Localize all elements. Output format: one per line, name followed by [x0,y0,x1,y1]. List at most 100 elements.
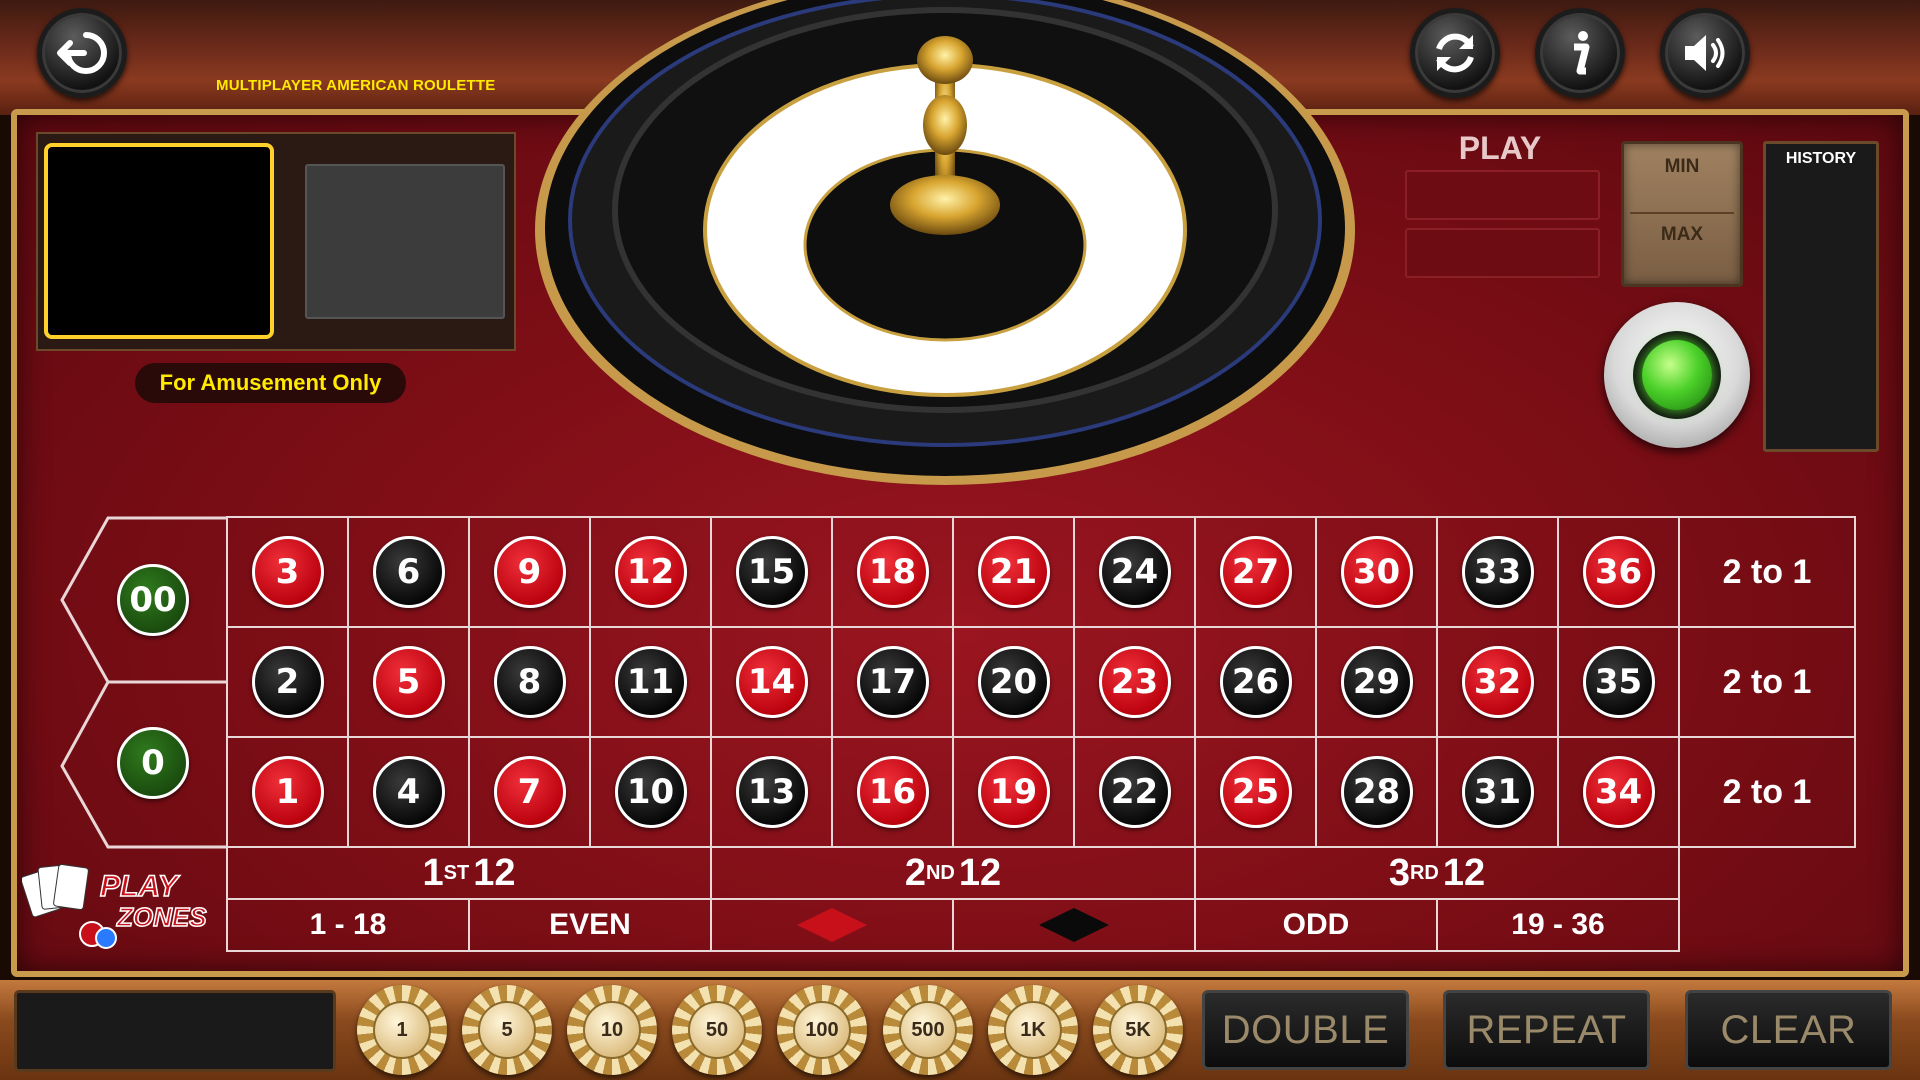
refresh-button[interactable] [1410,8,1500,98]
bet-cell-35[interactable]: 35 [1557,626,1680,738]
sound-button[interactable] [1660,8,1750,98]
bet-cell-20[interactable]: 20 [952,626,1075,738]
bet-cell-22[interactable]: 22 [1073,736,1196,848]
chip-10[interactable]: 10 [567,985,657,1075]
bet-cell-36[interactable]: 36 [1557,516,1680,628]
chip-1[interactable]: 1 [357,985,447,1075]
bet-cell-8[interactable]: 8 [468,626,591,738]
bet-cell-13[interactable]: 13 [710,736,833,848]
chip-5[interactable]: 5 [462,985,552,1075]
bet-cell-30[interactable]: 30 [1315,516,1438,628]
bet-cell-29[interactable]: 29 [1315,626,1438,738]
chip-500[interactable]: 500 [883,985,973,1075]
bet-number-10: 10 [614,756,687,828]
spin-status-light [1642,340,1712,410]
chip-value: 1K [1004,1001,1062,1059]
dozen-bet-3[interactable]: 3 RD 12 [1194,846,1680,900]
info-button[interactable] [1535,8,1625,98]
dozen-label: 12 [958,851,1002,894]
dozen-bet-1[interactable]: 1 ST 12 [226,846,712,900]
chip-value: 100 [793,1001,851,1059]
bet-number-32: 32 [1461,646,1534,718]
bet-number-3: 3 [251,536,324,608]
chip-50[interactable]: 50 [672,985,762,1075]
bet-cell-9[interactable]: 9 [468,516,591,628]
bet-cell-26[interactable]: 26 [1194,626,1317,738]
bet-cell-23[interactable]: 23 [1073,626,1196,738]
dozen-number: 3 [1388,851,1410,894]
bet-cell-18[interactable]: 18 [831,516,954,628]
bet-cell-12[interactable]: 12 [589,516,712,628]
bet-cell-25[interactable]: 25 [1194,736,1317,848]
bet-cell-14[interactable]: 14 [710,626,833,738]
bet-number-34: 34 [1582,756,1655,828]
bet-cell-34[interactable]: 34 [1557,736,1680,848]
play-value-slot [1405,228,1600,278]
bet-number-17: 17 [856,646,929,718]
chip-5k[interactable]: 5K [1093,985,1183,1075]
chip-100[interactable]: 100 [777,985,867,1075]
bet-cell-6[interactable]: 6 [347,516,470,628]
bet-number-0[interactable]: 0 [117,727,189,799]
repeat-button[interactable]: REPEAT [1443,990,1650,1070]
bet-cell-28[interactable]: 28 [1315,736,1438,848]
bet-cell-32[interactable]: 32 [1436,626,1559,738]
red-bet[interactable] [710,898,954,952]
dozen-suffix: RD [1409,861,1439,884]
history-title: HISTORY [1785,150,1857,167]
column-bet-label: 2 to 1 [1722,772,1812,811]
bet-cell-7[interactable]: 7 [468,736,591,848]
bet-cell-19[interactable]: 19 [952,736,1075,848]
chip-value: 1 [373,1001,431,1059]
odd-bet[interactable]: ODD [1194,898,1438,952]
bet-number-27: 27 [1219,536,1292,608]
column-bet-1[interactable]: 2 to 1 [1678,516,1856,628]
bet-number-9: 9 [493,536,566,608]
play-value-slot [1405,170,1600,220]
betting-grid: 3 6 9 12 15 18 21 24 27 30 33 36 2 to 1 2 5 8 11 14 17 20 23… [226,516,1856,952]
bet-cell-10[interactable]: 10 [589,736,712,848]
bet-cell-11[interactable]: 11 [589,626,712,738]
high-bet[interactable]: 19 - 36 [1436,898,1680,952]
even-bet[interactable]: EVEN [468,898,712,952]
dozen-bet-2[interactable]: 2 ND 12 [710,846,1196,900]
bet-cell-31[interactable]: 31 [1436,736,1559,848]
bet-number-19: 19 [977,756,1050,828]
bet-cell-21[interactable]: 21 [952,516,1075,628]
secondary-video [305,164,505,319]
bet-cell-33[interactable]: 33 [1436,516,1559,628]
bet-cell-16[interactable]: 16 [831,736,954,848]
bet-number-29: 29 [1340,646,1413,718]
black-bet[interactable] [952,898,1196,952]
back-button[interactable] [37,8,127,98]
bet-number-13: 13 [735,756,808,828]
bet-cell-4[interactable]: 4 [347,736,470,848]
spin-button-ring [1633,331,1721,419]
bet-number-35: 35 [1582,646,1655,718]
bet-number-20: 20 [977,646,1050,718]
amusement-notice: For Amusement Only [135,363,406,403]
spin-button[interactable] [1604,302,1750,448]
low-bet[interactable]: 1 - 18 [226,898,470,952]
bet-cell-17[interactable]: 17 [831,626,954,738]
column-bet-2[interactable]: 2 to 1 [1678,626,1856,738]
double-button[interactable]: DOUBLE [1202,990,1409,1070]
speaker-icon [1685,35,1725,71]
clear-button[interactable]: CLEAR [1685,990,1892,1070]
dozen-label: 12 [1442,851,1486,894]
column-bet-3[interactable]: 2 to 1 [1678,736,1856,848]
bet-cell-27[interactable]: 27 [1194,516,1317,628]
bet-number-00[interactable]: 00 [117,564,189,636]
logo-text-play: PLAY [100,870,181,903]
bet-cell-2[interactable]: 2 [226,626,349,738]
bet-cell-5[interactable]: 5 [347,626,470,738]
even-bet-label: 1 - 18 [309,908,387,941]
chip-1k[interactable]: 1K [988,985,1078,1075]
bet-number-18: 18 [856,536,929,608]
bet-cell-15[interactable]: 15 [710,516,833,628]
bet-cell-24[interactable]: 24 [1073,516,1196,628]
bet-number-33: 33 [1461,536,1534,608]
bet-cell-3[interactable]: 3 [226,516,349,628]
dozen-suffix: ND [925,861,955,884]
bet-cell-1[interactable]: 1 [226,736,349,848]
